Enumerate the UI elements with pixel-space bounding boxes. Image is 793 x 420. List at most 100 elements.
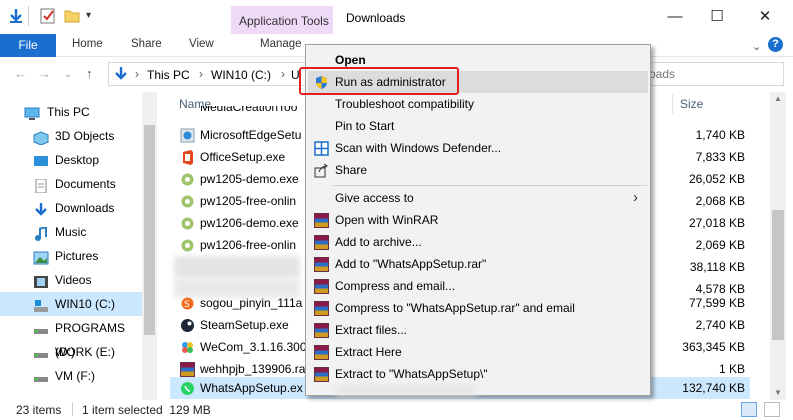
download-arrow-icon [33,201,49,216]
menu-item-compress-email[interactable]: Compress and email... [308,275,648,297]
breadcrumb-win10[interactable]: WIN10 (C:) [211,68,271,82]
minimize-button[interactable]: — [652,0,698,34]
nav-item-downloads[interactable]: Downloads [0,196,142,220]
customize-quick-access-icon[interactable]: ▾ [86,10,91,21]
nav-item-videos[interactable]: Videos [0,268,142,292]
breadcrumb-this-pc[interactable]: This PC [147,68,190,82]
scroll-up-arrow-icon[interactable]: ▲ [774,94,782,103]
file-size: 132,740 KB [682,381,745,395]
nav-item-3d-objects[interactable]: 3D Objects [0,124,142,148]
file-size: 2,740 KB [695,318,745,332]
partition-wizard-icon [180,172,195,187]
menu-item-share[interactable]: Share [308,159,648,181]
tab-home[interactable]: Home [72,38,103,50]
office-icon [180,150,195,165]
file-size: 7,833 KB [695,150,745,164]
drive-icon [33,297,49,312]
breadcrumb-separator-icon: › [281,67,285,81]
up-button[interactable]: ↑ [86,66,93,81]
menu-item-label: Add to archive... [335,235,422,249]
menu-item-scan-defender[interactable]: Scan with Windows Defender... [308,137,648,159]
file-size: 2,068 KB [695,194,745,208]
scroll-down-arrow-icon[interactable]: ▼ [774,388,782,397]
blurred-file-name [174,256,300,278]
menu-separator [333,185,647,186]
menu-item-open-winrar[interactable]: Open with WinRAR [308,209,648,231]
maximize-button[interactable]: ☐ [694,0,740,34]
nav-item-win10-drive[interactable]: WIN10 (C:) [0,292,142,316]
nav-item-documents[interactable]: Documents [0,172,142,196]
file-size: 27,018 KB [688,216,745,230]
tab-view[interactable]: View [189,38,214,50]
file-size: 26,052 KB [688,172,745,186]
details-view-icon[interactable] [741,402,757,417]
menu-item-label: Extract Here [335,345,402,359]
menu-item-add-to-rar[interactable]: Add to "WhatsAppSetup.rar" [308,253,648,275]
nav-item-work-drive[interactable]: WORK (E:) [0,340,142,364]
winrar-icon [314,257,329,272]
expand-ribbon-icon[interactable]: ⌄ [752,40,761,53]
file-list-scrollbar-thumb[interactable] [772,210,784,340]
tab-application-tools[interactable]: Application Tools [231,6,333,36]
menu-item-give-access[interactable]: Give access to › [308,187,648,209]
highlight-box [299,67,459,95]
back-button[interactable]: ← [14,66,27,81]
documents-icon [33,177,49,194]
file-size: 363,345 KB [682,340,745,354]
menu-item-compress-to-rar-email[interactable]: Compress to "WhatsAppSetup.rar" and emai… [308,297,648,319]
status-bar: 23 items 1 item selected 129 MB [0,400,793,420]
tab-manage[interactable]: Manage [260,38,302,50]
wecom-icon [180,340,195,355]
explorer-icon[interactable] [8,8,24,24]
close-button[interactable]: ✕ [742,0,788,34]
file-name: MediaCreationToo [200,106,298,114]
menu-item-extract-to-folder[interactable]: Extract to "WhatsAppSetup\" [308,363,648,385]
help-icon[interactable]: ? [768,37,783,52]
menu-item-extract-here[interactable]: Extract Here [308,341,648,363]
nav-item-music[interactable]: Music [0,220,142,244]
new-folder-icon[interactable] [64,8,80,24]
file-name: pw1206-demo.exe [200,216,299,230]
file-name: OfficeSetup.exe [200,150,286,164]
winrar-icon [314,367,329,382]
tab-share[interactable]: Share [131,38,162,50]
menu-item-add-to-archive[interactable]: Add to archive... [308,231,648,253]
nav-label: This PC [47,105,90,119]
nav-item-this-pc[interactable]: This PC [0,100,142,124]
large-icons-view-icon[interactable] [764,402,780,417]
context-menu: Open Run as administrator Troubleshoot c… [299,44,651,396]
menu-item-extract-files[interactable]: Extract files... [308,319,648,341]
winrar-icon [314,345,329,360]
nav-item-pictures[interactable]: Pictures [0,244,142,268]
menu-item-label: Open with WinRAR [335,213,439,227]
sogou-icon: S [180,296,195,311]
share-icon [314,163,329,178]
menu-item-label: Compress to "WhatsAppSetup.rar" and emai… [335,301,575,315]
file-name: sogou_pinyin_111a [200,296,303,310]
winrar-icon [314,323,329,338]
menu-item-troubleshoot[interactable]: Troubleshoot compatibility [308,93,648,115]
pictures-icon [33,249,49,265]
menu-item-label: Extract to "WhatsAppSetup\" [335,367,488,381]
partition-wizard-icon [180,238,195,253]
properties-icon[interactable] [40,8,56,24]
nav-label: Videos [55,273,92,287]
breadcrumb-separator-icon: › [135,67,139,81]
nav-item-programs-drive[interactable]: PROGRAMS (D:) [0,316,142,359]
nav-item-desktop[interactable]: Desktop [0,148,142,172]
file-size: 38,118 KB [689,260,745,274]
recent-locations-icon[interactable]: ⌄ [64,69,72,80]
partition-wizard-icon [180,194,195,209]
menu-item-pin-to-start[interactable]: Pin to Start [308,115,648,137]
whatsapp-icon [180,381,195,396]
nav-item-vm-drive[interactable]: VM (F:) [0,364,142,388]
nav-label: Downloads [55,201,115,215]
tab-file[interactable]: File [0,34,56,57]
desktop-icon [33,153,49,167]
file-size: 2,069 KB [695,238,745,252]
nav-scrollbar-thumb[interactable] [144,125,155,335]
nav-label: Pictures [55,249,99,263]
forward-button[interactable]: → [38,66,51,81]
file-name: pw1206-free-onlin [200,238,297,252]
svg-text:S: S [184,300,190,310]
